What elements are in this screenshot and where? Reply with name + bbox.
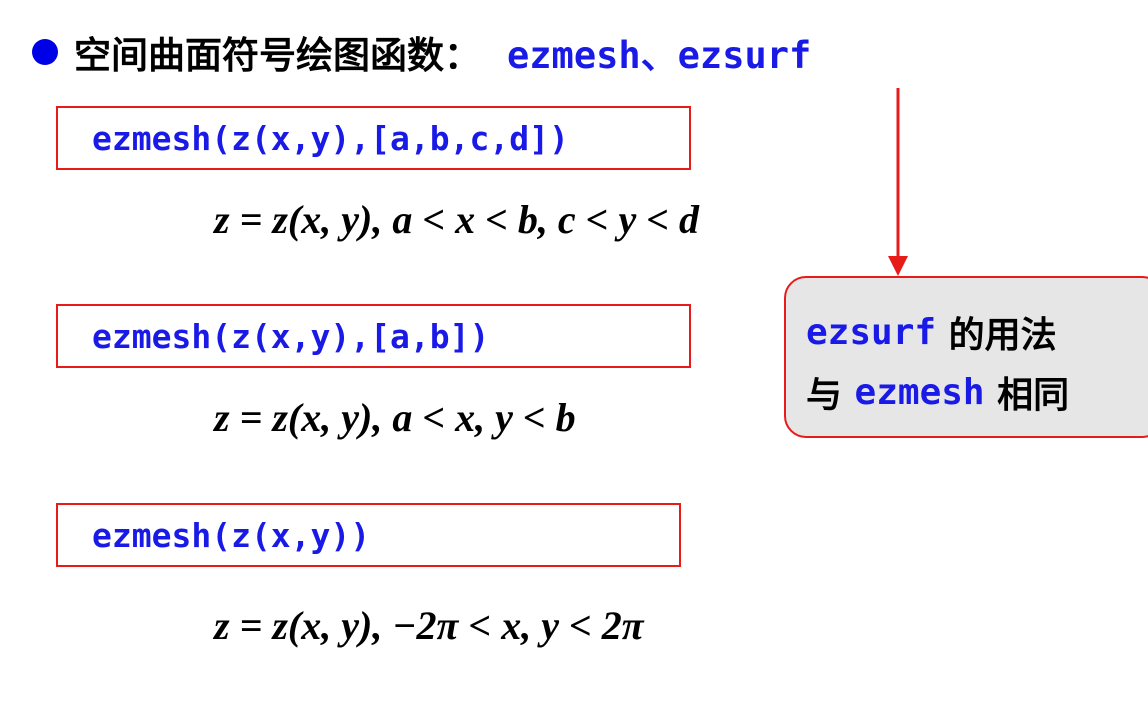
- callout-line-2: 与 ezmesh 相同: [806, 362, 1148, 422]
- callout-line-1: ezsurf 的用法: [806, 302, 1148, 362]
- callout-ezmesh-code: ezmesh: [854, 371, 985, 413]
- callout-usage-text: 的用法: [936, 315, 1057, 356]
- callout-same-text: 相同: [984, 375, 1070, 416]
- callout-note: ezsurf 的用法 与 ezmesh 相同: [784, 276, 1148, 438]
- callout-ezsurf-code: ezsurf: [806, 311, 937, 353]
- callout-with-text: 与: [806, 375, 855, 416]
